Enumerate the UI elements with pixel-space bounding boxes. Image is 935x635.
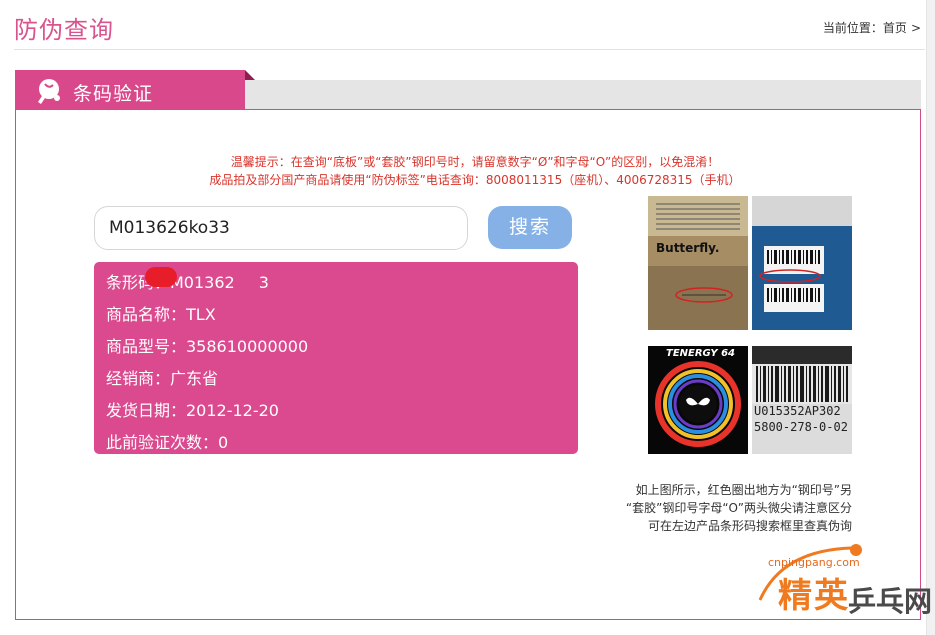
breadcrumb-separator: >	[910, 21, 921, 35]
result-card: 条形码：M013623 商品名称：TLX 商品型号：358610000000 经…	[94, 262, 578, 454]
rubber-photo-graphic	[648, 346, 748, 454]
example-image-barcode: U015352AP302 5800-278-0-02	[752, 346, 852, 454]
barcode-photo-graphic	[752, 346, 852, 454]
result-dealer: 经销商：广东省	[106, 369, 219, 388]
watermark-brand-b: 乒乓网	[848, 585, 933, 618]
caption-line-3: 可在左边产品条形码搜索框里查真伪询	[647, 519, 852, 533]
tab-fold-decoration	[245, 70, 255, 80]
barcode-code-line-1: U015352AP302	[754, 404, 841, 418]
redaction-mark	[145, 267, 177, 287]
result-verify-count: 此前验证次数：0	[106, 433, 229, 452]
breadcrumb-prefix: 当前位置：	[822, 21, 883, 35]
result-product-name: 商品名称：TLX	[106, 305, 216, 324]
barcode-code-line-2: 5800-278-0-02	[754, 420, 848, 434]
rubber-brand-text: TENERGY 64	[666, 348, 735, 359]
example-image-blade: Butterfly.	[648, 196, 748, 330]
result-ship-date: 发货日期：2012-12-20	[106, 401, 279, 420]
breadcrumb-home-link[interactable]: 首页	[883, 21, 907, 35]
blade-photo-graphic	[648, 196, 748, 330]
result-barcode: 条形码：M013623	[106, 269, 269, 293]
search-box	[94, 206, 468, 250]
caption-line-1: 如上图所示，红色圈出地方为“钢印号”另	[635, 483, 852, 497]
search-button[interactable]: 搜索	[488, 206, 572, 249]
blade-brand-text: Butterfly.	[656, 241, 720, 255]
notice-line-2: 成品拍及部分国产商品请使用“防伪标签”电话查询：8008011315（座机）、4…	[209, 173, 741, 187]
box-photo-graphic	[752, 196, 852, 330]
search-input[interactable]	[107, 217, 451, 239]
tab-label: 条码验证	[73, 83, 154, 105]
page-title: 防伪查询	[14, 16, 114, 44]
example-image-rubber: TENERGY 64	[648, 346, 748, 454]
result-barcode-tail: 3	[258, 273, 269, 292]
breadcrumb: 当前位置：首页 >	[823, 19, 921, 36]
example-image-box	[752, 196, 852, 330]
tab-barcode-verify[interactable]: 条码验证	[15, 70, 255, 110]
header-divider	[14, 49, 925, 50]
caption-line-2: “套胶”钢印号字母“O”两头微尖请注意区分	[625, 501, 852, 515]
notice-line-1: 温馨提示：在查询“底板”或“套胶”钢印号时，请留意数字“Ø”和字母“O”的区别，…	[230, 155, 720, 169]
result-product-model: 商品型号：358610000000	[106, 337, 309, 356]
watermark-brand-a: 精英	[778, 576, 850, 616]
ping-pong-icon	[38, 79, 60, 104]
